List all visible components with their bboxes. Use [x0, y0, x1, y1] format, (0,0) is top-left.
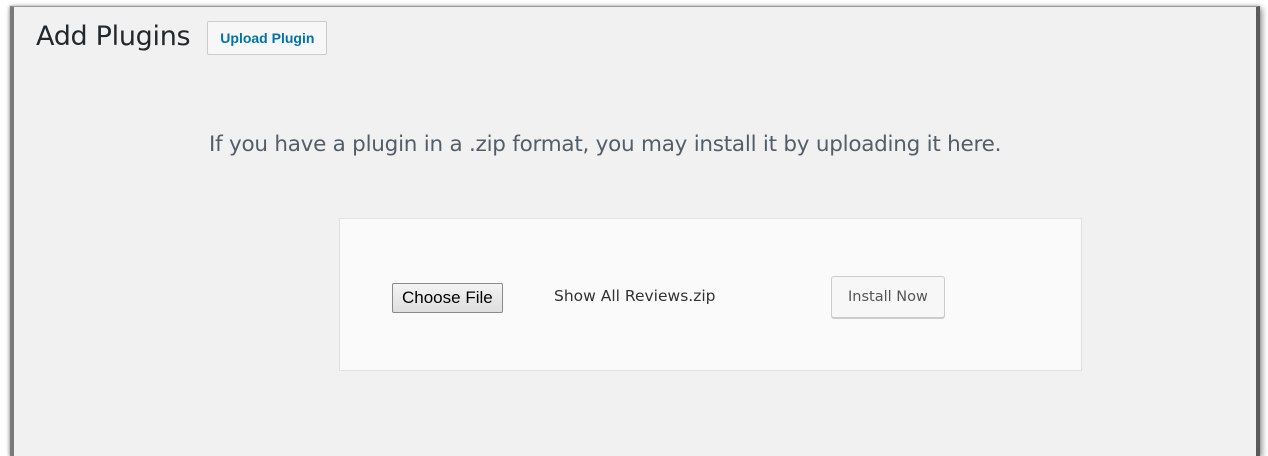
upload-plugin-form: Choose File Show All Reviews.zip Install…	[339, 218, 1082, 371]
page-header: Add Plugins Upload Plugin	[36, 19, 328, 55]
selected-file-name: Show All Reviews.zip	[554, 287, 716, 305]
choose-file-button[interactable]: Choose File	[392, 283, 503, 313]
plugins-page: Add Plugins Upload Plugin If you have a …	[10, 6, 1260, 456]
upload-help-text: If you have a plugin in a .zip format, y…	[209, 132, 1002, 157]
upload-plugin-button[interactable]: Upload Plugin	[207, 21, 328, 55]
page-title: Add Plugins	[36, 20, 191, 52]
install-now-button[interactable]: Install Now	[831, 276, 945, 318]
